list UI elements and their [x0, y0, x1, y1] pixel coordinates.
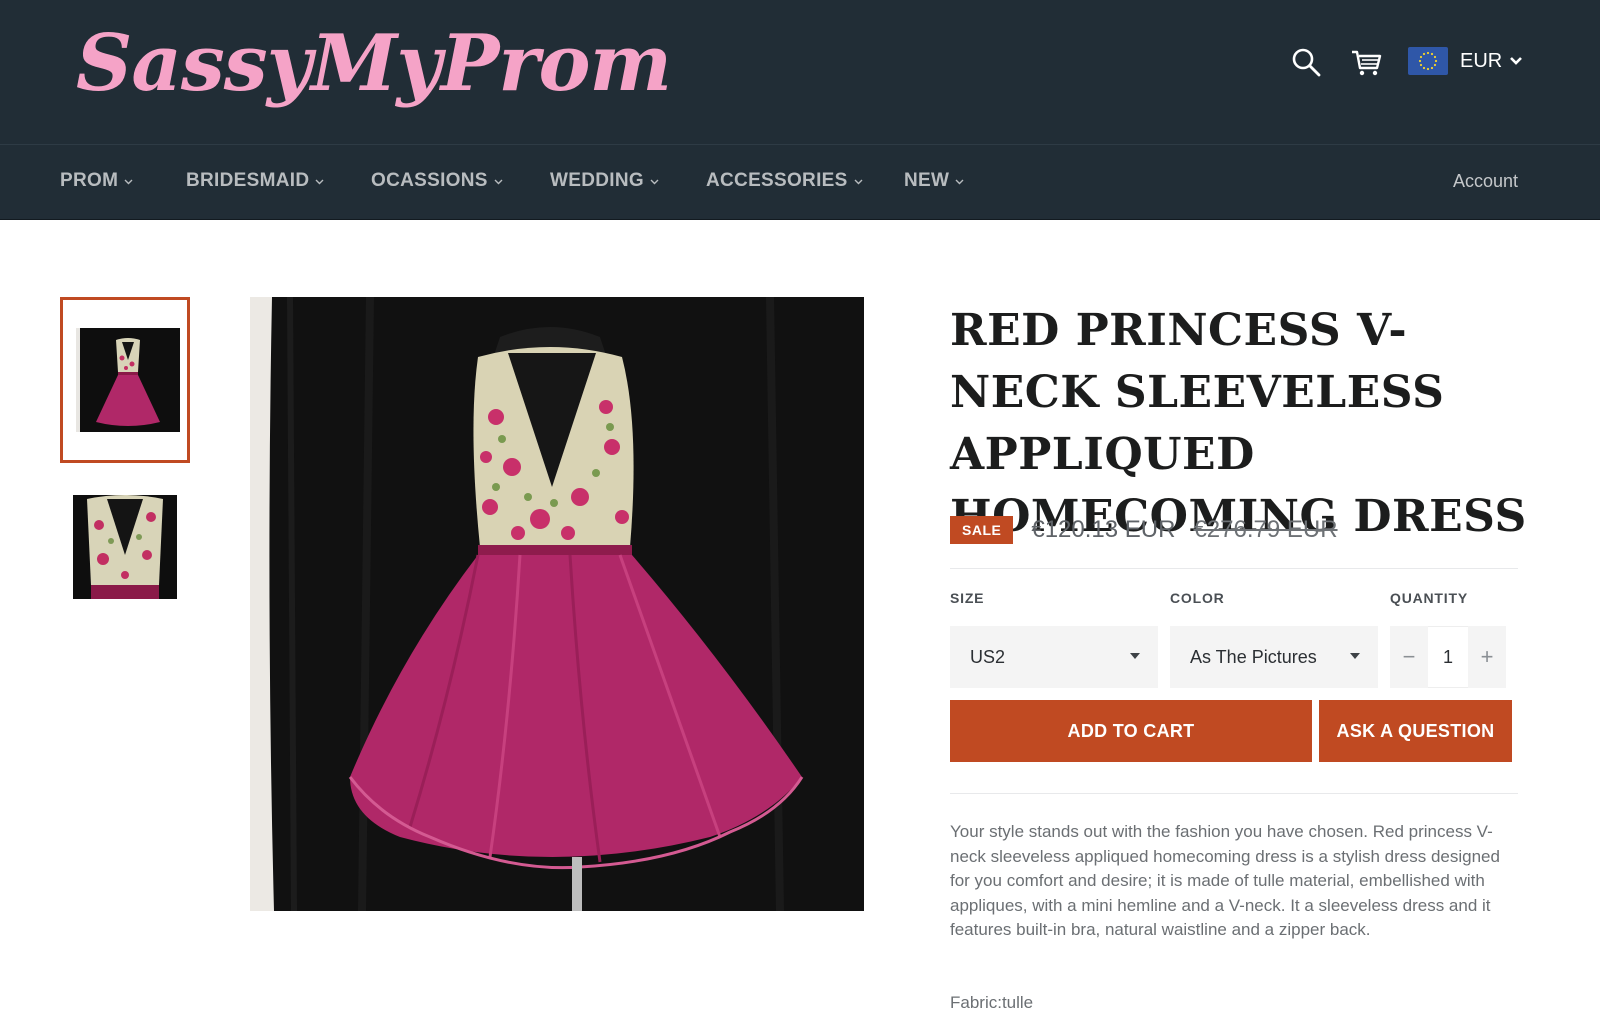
sale-badge: SALE [950, 516, 1014, 544]
eu-flag-icon [1408, 47, 1448, 75]
product-fabric: Fabric:tulle [950, 993, 1034, 1012]
color-value: As The Pictures [1190, 646, 1317, 667]
caret-down-icon [1130, 653, 1140, 659]
site-logo[interactable]: SassyMyProm [76, 18, 672, 109]
quantity-label: QUANTITY [1390, 590, 1468, 606]
product-description: Your style stands out with the fashion y… [950, 822, 1500, 939]
price-row: SALE €120.13 EUR €276.79 EUR [950, 514, 1338, 546]
site-header: SassyMyProm EUR [0, 0, 1600, 144]
divider [950, 568, 1518, 569]
cart-icon[interactable] [1348, 44, 1384, 80]
dress-thumbnail-image [76, 328, 180, 432]
main-navigation: PROM BRIDESMAID OCASSIONS WEDDING ACCESS… [0, 144, 1600, 220]
nav-item-prom[interactable]: PROM [60, 170, 134, 192]
chevron-down-icon [650, 179, 659, 184]
product-thumbnail-2[interactable] [60, 468, 190, 634]
size-select[interactable]: US2 [950, 626, 1158, 688]
quantity-increase-button[interactable]: + [1468, 626, 1506, 688]
product-title: RED PRINCESS V-NECK SLEEVELESS APPLIQUED… [950, 305, 1527, 542]
chevron-down-icon [315, 179, 324, 184]
account-link[interactable]: Account [1453, 171, 1518, 192]
quantity-input[interactable]: 1 [1428, 626, 1468, 688]
caret-down-icon [1350, 653, 1360, 659]
currency-selector[interactable]: EUR [1408, 46, 1524, 76]
nav-item-new[interactable]: NEW [904, 170, 965, 192]
chevron-down-icon [124, 179, 133, 184]
compare-at-price: €276.79 EUR [1193, 516, 1338, 543]
nav-item-wedding[interactable]: WEDDING [550, 170, 660, 192]
chevron-down-icon [494, 179, 503, 184]
search-icon[interactable] [1288, 44, 1324, 80]
size-value: US2 [970, 646, 1006, 667]
nav-item-ocassions[interactable]: OCASSIONS [371, 170, 504, 192]
chevron-down-icon [1510, 57, 1523, 65]
color-label: COLOR [1170, 590, 1225, 606]
sale-price: €120.13 EUR [1031, 516, 1176, 543]
quantity-decrease-button[interactable]: − [1390, 626, 1428, 688]
nav-item-accessories[interactable]: ACCESSORIES [706, 170, 864, 192]
dress-closeup-thumbnail-image [73, 495, 177, 599]
product-thumbnail-1[interactable] [60, 297, 190, 463]
color-select[interactable]: As The Pictures [1170, 626, 1378, 688]
ask-question-button[interactable]: ASK A QUESTION [1319, 700, 1512, 762]
add-to-cart-button[interactable]: ADD TO CART [950, 700, 1312, 762]
currency-code: EUR [1460, 49, 1503, 72]
divider [950, 793, 1518, 794]
product-main-image[interactable] [250, 297, 864, 911]
chevron-down-icon [955, 179, 964, 184]
quantity-stepper: − 1 + [1390, 626, 1506, 688]
chevron-down-icon [854, 179, 863, 184]
size-label: SIZE [950, 590, 985, 606]
nav-item-bridesmaid[interactable]: BRIDESMAID [186, 170, 325, 192]
